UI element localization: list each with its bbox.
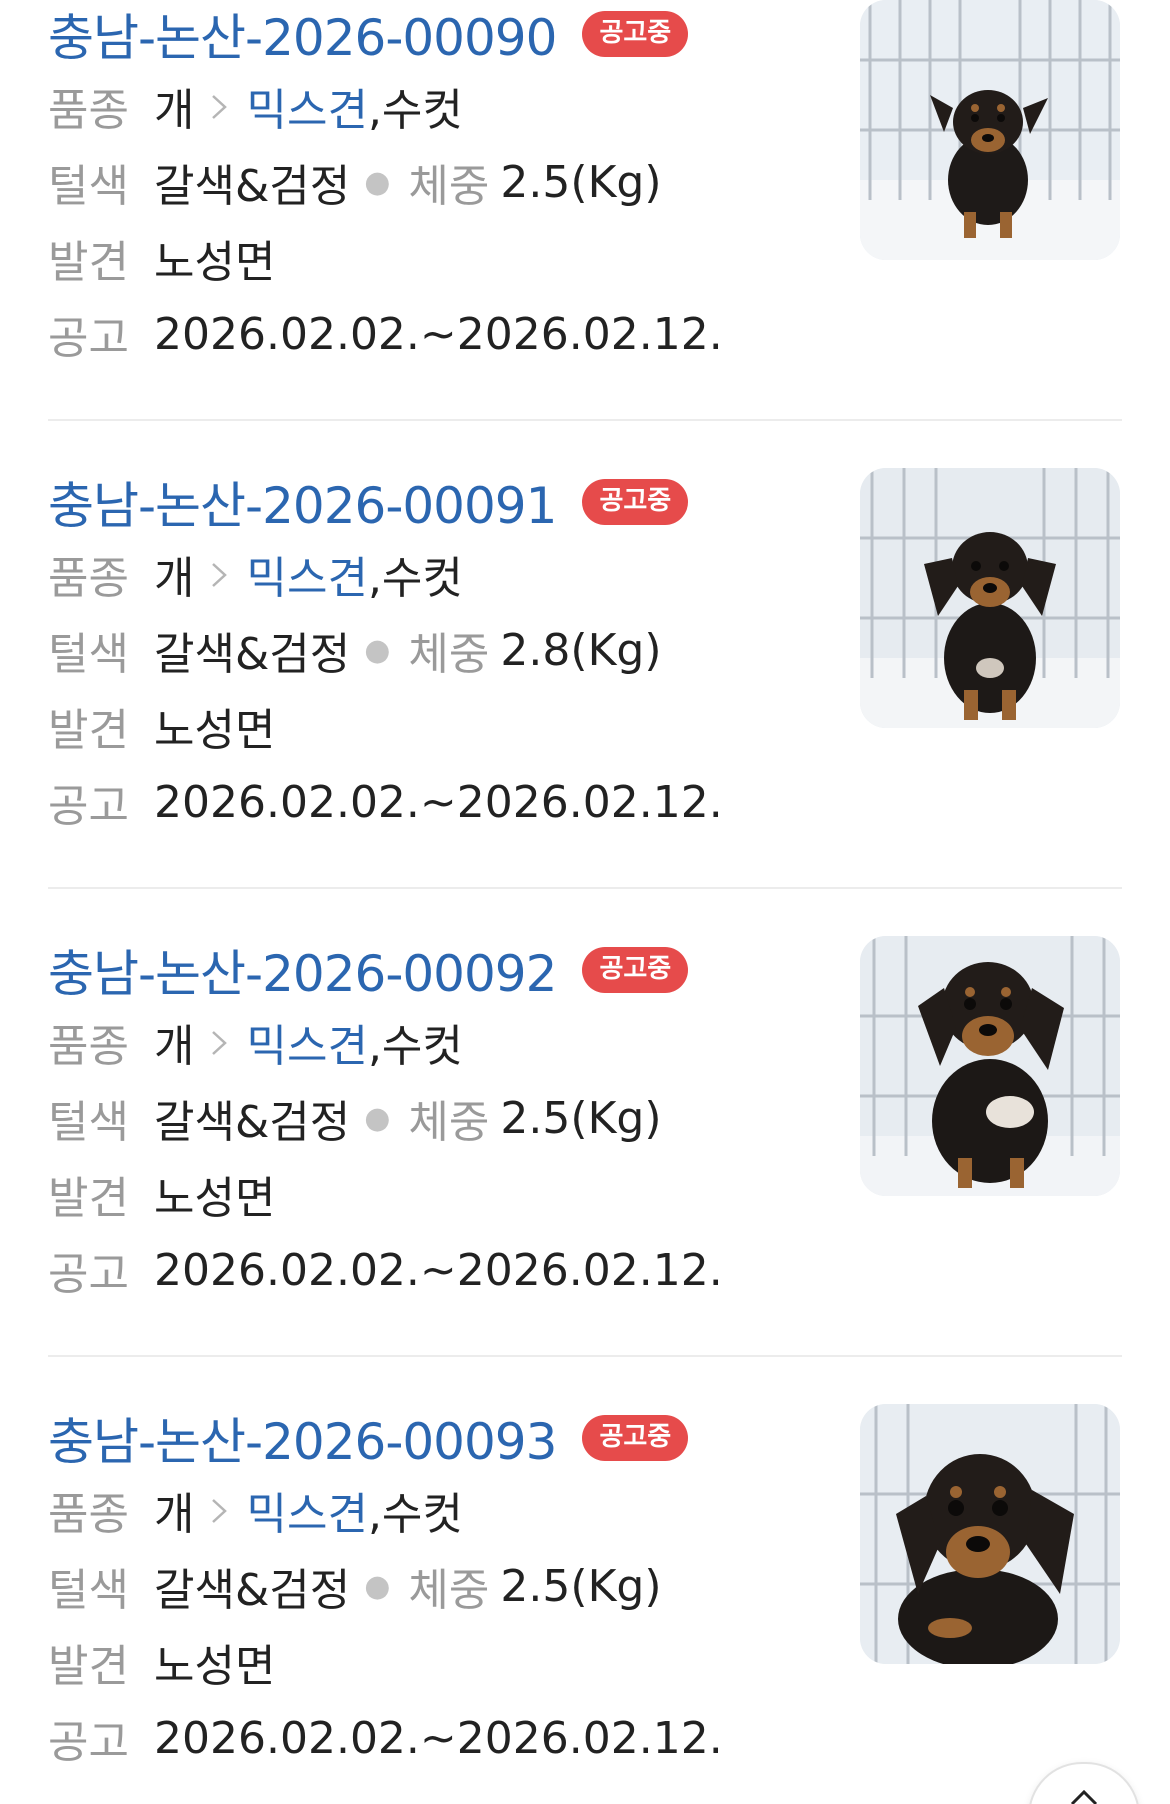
notice-row: 공고 2026.02.02.~2026.02.12.	[48, 772, 723, 833]
found-label: 발견	[48, 705, 129, 756]
color-value: 갈색&검정	[154, 161, 351, 212]
color-value: 갈색&검정	[154, 1565, 351, 1616]
found-row: 발견 노성면	[48, 1632, 275, 1692]
notice-period-value: 2026.02.02.~2026.02.12.	[154, 308, 723, 360]
found-label: 발견	[48, 237, 129, 288]
separator-dot: ●	[364, 1100, 391, 1136]
color-weight-row: 털색 갈색&검정 ● 체중 2.5(Kg)	[48, 1088, 662, 1149]
species-value: 개	[154, 85, 195, 136]
puppy-photo[interactable]	[860, 0, 1120, 260]
listing-title-row: 충남-논산-2026-00090 공고중	[48, 0, 689, 70]
found-label: 발견	[48, 1173, 129, 1224]
color-value: 갈색&검정	[154, 629, 351, 680]
notice-label: 공고	[48, 781, 129, 832]
notice-row: 공고 2026.02.02.~2026.02.12.	[48, 1708, 723, 1769]
listing-id-link[interactable]: 충남-논산-2026-00093	[48, 1402, 557, 1474]
species-value: 개	[154, 1489, 195, 1540]
species-value: 개	[154, 553, 195, 604]
separator-dot: ●	[364, 632, 391, 668]
notice-label: 공고	[48, 1717, 129, 1768]
breed-link[interactable]: 믹스견	[246, 1010, 367, 1074]
divider	[48, 887, 1122, 889]
listing-id-link[interactable]: 충남-논산-2026-00091	[48, 466, 557, 538]
chevron-right-icon	[194, 1020, 246, 1064]
color-weight-row: 털색 갈색&검정 ● 체중 2.8(Kg)	[48, 620, 662, 681]
weight-value: 2.5(Kg)	[500, 1560, 662, 1612]
breed-label: 품종	[48, 1021, 129, 1072]
listing-card[interactable]: 충남-논산-2026-00090 공고중 품종 개 믹스견 ,수컷 털색 갈색&…	[48, 0, 1122, 390]
color-value: 갈색&검정	[154, 1097, 351, 1148]
found-location-value: 노성면	[154, 1641, 276, 1692]
found-row: 발견 노성면	[48, 1164, 275, 1224]
listing-card[interactable]: 충남-논산-2026-00093 공고중 품종 개 믹스견 ,수컷 털색 갈색&…	[48, 1374, 1122, 1794]
divider	[48, 1355, 1122, 1357]
notice-period-value: 2026.02.02.~2026.02.12.	[154, 776, 723, 828]
breed-label: 품종	[48, 85, 129, 136]
weight-value: 2.5(Kg)	[500, 1092, 662, 1144]
sex-value: ,수컷	[367, 1021, 463, 1072]
weight-value: 2.8(Kg)	[500, 624, 662, 676]
color-label: 털색	[48, 1565, 129, 1616]
breed-row: 품종 개 믹스견 ,수컷	[48, 1480, 463, 1540]
listing-card[interactable]: 충남-논산-2026-00092 공고중 품종 개 믹스견 ,수컷 털색 갈색&…	[48, 906, 1122, 1326]
weight-label: 체중	[408, 1565, 490, 1616]
chevron-right-icon	[194, 552, 246, 596]
animal-listing: 충남-논산-2026-00090 공고중 품종 개 믹스견 ,수컷 털색 갈색&…	[0, 0, 1170, 1804]
divider	[48, 419, 1122, 421]
breed-link[interactable]: 믹스견	[246, 1478, 367, 1542]
breed-link[interactable]: 믹스견	[246, 542, 367, 606]
breed-link[interactable]: 믹스견	[246, 74, 367, 138]
listing-id-link[interactable]: 충남-논산-2026-00090	[48, 0, 557, 70]
sex-value: ,수컷	[367, 85, 463, 136]
breed-label: 품종	[48, 553, 129, 604]
weight-label: 체중	[408, 161, 490, 212]
listing-title-row: 충남-논산-2026-00093 공고중	[48, 1402, 689, 1474]
species-value: 개	[154, 1021, 195, 1072]
listing-title-row: 충남-논산-2026-00091 공고중	[48, 466, 689, 538]
sex-value: ,수컷	[367, 553, 463, 604]
puppy-photo[interactable]	[860, 1404, 1120, 1664]
status-badge: 공고중	[582, 1415, 689, 1461]
found-row: 발견 노성면	[48, 696, 275, 756]
chevron-right-icon	[194, 1488, 246, 1532]
puppy-photo[interactable]	[860, 468, 1120, 728]
notice-label: 공고	[48, 1249, 129, 1300]
found-location-value: 노성면	[154, 237, 276, 288]
weight-label: 체중	[408, 629, 490, 680]
notice-period-value: 2026.02.02.~2026.02.12.	[154, 1244, 723, 1296]
weight-label: 체중	[408, 1097, 490, 1148]
found-label: 발견	[48, 1641, 129, 1692]
status-badge: 공고중	[582, 479, 689, 525]
listing-title-row: 충남-논산-2026-00092 공고중	[48, 934, 689, 1006]
separator-dot: ●	[364, 1568, 391, 1604]
color-label: 털색	[48, 1097, 129, 1148]
color-label: 털색	[48, 161, 129, 212]
color-weight-row: 털색 갈색&검정 ● 체중 2.5(Kg)	[48, 152, 662, 213]
notice-row: 공고 2026.02.02.~2026.02.12.	[48, 1240, 723, 1301]
breed-label: 품종	[48, 1489, 129, 1540]
listing-id-link[interactable]: 충남-논산-2026-00092	[48, 934, 557, 1006]
notice-label: 공고	[48, 313, 129, 364]
notice-row: 공고 2026.02.02.~2026.02.12.	[48, 304, 723, 365]
chevron-right-icon	[194, 84, 246, 128]
status-badge: 공고중	[582, 11, 689, 57]
weight-value: 2.5(Kg)	[500, 156, 662, 208]
found-row: 발견 노성면	[48, 228, 275, 288]
puppy-photo[interactable]	[860, 936, 1120, 1196]
found-location-value: 노성면	[154, 705, 276, 756]
sex-value: ,수컷	[367, 1489, 463, 1540]
separator-dot: ●	[364, 164, 391, 200]
status-badge: 공고중	[582, 947, 689, 993]
color-weight-row: 털색 갈색&검정 ● 체중 2.5(Kg)	[48, 1556, 662, 1617]
breed-row: 품종 개 믹스견 ,수컷	[48, 1012, 463, 1072]
breed-row: 품종 개 믹스견 ,수컷	[48, 76, 463, 136]
listing-card[interactable]: 충남-논산-2026-00091 공고중 품종 개 믹스견 ,수컷 털색 갈색&…	[48, 438, 1122, 858]
color-label: 털색	[48, 629, 129, 680]
breed-row: 품종 개 믹스견 ,수컷	[48, 544, 463, 604]
notice-period-value: 2026.02.02.~2026.02.12.	[154, 1712, 723, 1764]
found-location-value: 노성면	[154, 1173, 276, 1224]
